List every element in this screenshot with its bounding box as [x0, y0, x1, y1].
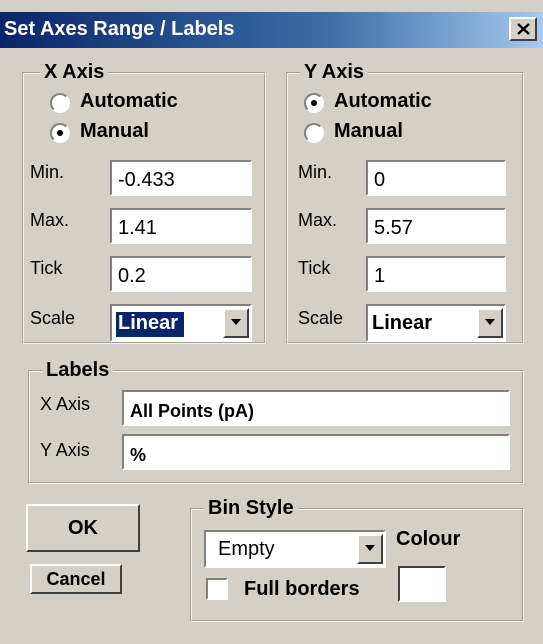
x-axis-label-input[interactable] [122, 390, 510, 426]
close-button[interactable] [509, 17, 537, 41]
bin-style-group: Bin Style Empty Colour Full borders [190, 497, 524, 622]
x-tick-input[interactable] [110, 256, 252, 292]
radio-button[interactable] [304, 123, 324, 143]
x-scale-value: Linear [114, 311, 186, 338]
x-tick-label: Tick [30, 258, 63, 278]
y-tick-label: Tick [298, 258, 331, 278]
x-axis-legend: X Axis [40, 61, 109, 84]
y-scale-dropdown-button[interactable] [477, 308, 503, 338]
y-min-input[interactable] [366, 160, 506, 196]
y-axis-label-input[interactable] [122, 434, 510, 470]
bin-style-dropdown-button[interactable] [357, 534, 383, 564]
labels-legend: Labels [42, 359, 114, 382]
radio-button[interactable] [304, 93, 324, 113]
y-scale-label: Scale [298, 308, 344, 328]
bin-style-value: Empty [218, 538, 275, 560]
close-icon [517, 23, 530, 35]
label-x-axis-label: X Axis [40, 394, 91, 414]
y-axis-legend: Y Axis [300, 61, 369, 84]
colour-label: Colour [396, 528, 461, 550]
full-borders-label: Full borders [244, 578, 360, 600]
y-max-label: Max. [298, 210, 338, 230]
x-scale-select[interactable]: Linear [110, 304, 252, 342]
title-bar: Set Axes Range / Labels [0, 12, 543, 48]
bin-style-legend: Bin Style [204, 497, 298, 520]
y-scale-select[interactable]: Linear [366, 304, 506, 342]
ok-button[interactable]: OK [26, 504, 140, 552]
x-min-label: Min. [30, 162, 65, 182]
chevron-down-icon [365, 545, 375, 551]
window-title: Set Axes Range / Labels [4, 18, 235, 40]
radio-selected-dot [311, 100, 317, 106]
chevron-down-icon [485, 319, 495, 325]
y-tick-input[interactable] [366, 256, 506, 292]
x-max-input[interactable] [110, 208, 252, 244]
x-scale-dropdown-button[interactable] [223, 308, 249, 338]
y-max-input[interactable] [366, 208, 506, 244]
labels-group: Labels X Axis Y Axis [28, 359, 524, 484]
x-scale-label: Scale [30, 308, 76, 328]
y-axis-group: Y Axis Automatic Manual Min. Max. Tick S… [286, 61, 524, 344]
radio-selected-dot [57, 130, 63, 136]
y-scale-value: Linear [372, 312, 433, 334]
radio-button[interactable] [50, 93, 70, 113]
full-borders-checkbox[interactable] [206, 578, 228, 600]
x-min-input[interactable] [110, 160, 252, 196]
x-axis-group: X Axis Automatic Manual Min. Max. Tick S… [22, 61, 266, 344]
x-max-label: Max. [30, 210, 70, 230]
colour-swatch[interactable] [398, 566, 446, 602]
cancel-button[interactable]: Cancel [30, 564, 122, 594]
label-y-axis-label: Y Axis [40, 440, 90, 460]
radio-button[interactable] [50, 123, 70, 143]
bin-style-select[interactable]: Empty [204, 530, 386, 568]
y-min-label: Min. [298, 162, 333, 182]
chevron-down-icon [231, 319, 241, 325]
